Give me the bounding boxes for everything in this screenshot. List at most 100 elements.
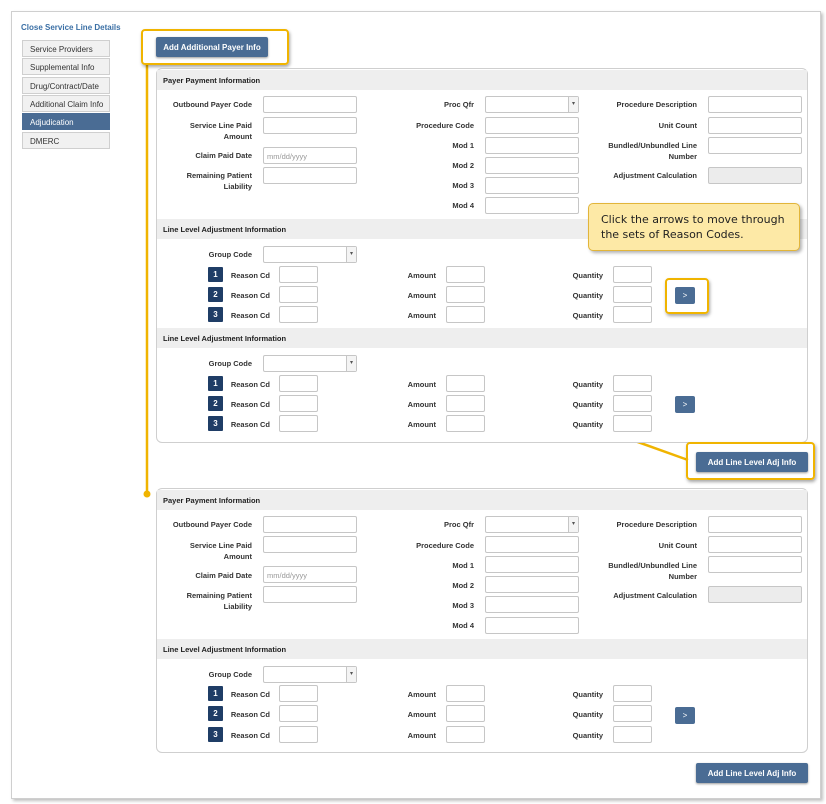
label-quantity: Quantity — [572, 690, 603, 699]
label-reason-cd: Reason Cd — [230, 271, 270, 280]
unit-count-input[interactable] — [708, 117, 802, 134]
service-line-paid-input[interactable] — [263, 536, 357, 553]
procedure-code-input[interactable] — [485, 536, 579, 553]
proc-qfr-select[interactable]: ▾ — [485, 516, 579, 533]
label-quantity: Quantity — [572, 400, 603, 409]
claim-paid-date-input[interactable]: mm/dd/yyyy — [263, 566, 357, 583]
reason-cd-input[interactable] — [279, 395, 318, 412]
procedure-code-input[interactable] — [485, 117, 579, 134]
section-header: Payer Payment Information — [157, 490, 807, 510]
bundled-line-input[interactable] — [708, 137, 802, 154]
label-liability: Liability — [223, 182, 252, 191]
amount-input[interactable] — [446, 266, 485, 283]
reason-cd-input[interactable] — [279, 306, 318, 323]
group-code-select[interactable]: ▾ — [263, 355, 357, 372]
group-code-select[interactable]: ▾ — [263, 246, 357, 263]
reason-cd-input[interactable] — [279, 286, 318, 303]
mod4-input[interactable] — [485, 617, 579, 634]
reason-cd-input[interactable] — [279, 705, 318, 722]
quantity-input[interactable] — [613, 415, 652, 432]
next-reason-codes-button[interactable]: > — [675, 396, 695, 413]
amount-input[interactable] — [446, 726, 485, 743]
outbound-payer-code-input[interactable] — [263, 516, 357, 533]
procedure-description-input[interactable] — [708, 516, 802, 533]
nav-item-dmerc[interactable]: DMERC — [22, 132, 110, 149]
label-procedure-code: Procedure Code — [416, 541, 474, 550]
adjustment-calculation-field — [708, 167, 802, 184]
mod2-input[interactable] — [485, 157, 579, 174]
amount-input[interactable] — [446, 375, 485, 392]
remaining-liability-input[interactable] — [263, 167, 357, 184]
amount-input[interactable] — [446, 306, 485, 323]
tooltip-callout: Click the arrows to move through the set… — [588, 203, 800, 251]
proc-qfr-select[interactable]: ▾ — [485, 96, 579, 113]
quantity-input[interactable] — [613, 726, 652, 743]
label-number: Number — [668, 152, 697, 161]
nav-item-supplemental-info[interactable]: Supplemental Info — [22, 58, 110, 75]
quantity-input[interactable] — [613, 395, 652, 412]
reason-cd-input[interactable] — [279, 266, 318, 283]
nav-item-service-providers[interactable]: Service Providers — [22, 40, 110, 57]
label-amount: Amount — [407, 731, 436, 740]
next-reason-codes-button[interactable]: > — [675, 707, 695, 724]
label-mod2: Mod 2 — [452, 581, 474, 590]
outbound-payer-code-input[interactable] — [263, 96, 357, 113]
label-amount: Amount — [407, 311, 436, 320]
nav-item-drug-contract-date[interactable]: Drug/Contract/Date — [22, 77, 110, 94]
label-quantity: Quantity — [572, 311, 603, 320]
next-reason-codes-button[interactable]: > — [675, 287, 695, 304]
quantity-input[interactable] — [613, 266, 652, 283]
group-code-select[interactable]: ▾ — [263, 666, 357, 683]
chevron-down-icon: ▾ — [346, 667, 356, 682]
label-mod1: Mod 1 — [452, 141, 474, 150]
chevron-down-icon: ▾ — [568, 517, 578, 532]
label-proc-qfr: Proc Qfr — [443, 100, 474, 109]
reason-cd-input[interactable] — [279, 726, 318, 743]
row-number-badge: 1 — [208, 686, 223, 701]
claim-paid-date-input[interactable]: mm/dd/yyyy — [263, 147, 357, 164]
label-quantity: Quantity — [572, 380, 603, 389]
row-number-badge: 1 — [208, 267, 223, 282]
quantity-input[interactable] — [613, 375, 652, 392]
amount-input[interactable] — [446, 685, 485, 702]
procedure-description-input[interactable] — [708, 96, 802, 113]
quantity-input[interactable] — [613, 705, 652, 722]
add-additional-payer-button[interactable]: Add Additional Payer Info — [156, 37, 268, 57]
amount-input[interactable] — [446, 705, 485, 722]
amount-input[interactable] — [446, 395, 485, 412]
label-reason-cd: Reason Cd — [230, 291, 270, 300]
mod2-input[interactable] — [485, 576, 579, 593]
label-bundled-line: Bundled/Unbundled Line — [608, 561, 697, 570]
label-group-code: Group Code — [208, 250, 252, 259]
nav-item-adjudication[interactable]: Adjudication — [22, 113, 110, 130]
mod1-input[interactable] — [485, 137, 579, 154]
quantity-input[interactable] — [613, 306, 652, 323]
reason-cd-input[interactable] — [279, 685, 318, 702]
add-line-level-adj-button[interactable]: Add Line Level Adj Info — [696, 452, 808, 472]
mod3-input[interactable] — [485, 596, 579, 613]
mod3-input[interactable] — [485, 177, 579, 194]
mod4-input[interactable] — [485, 197, 579, 214]
add-line-level-adj-button[interactable]: Add Line Level Adj Info — [696, 763, 808, 783]
mod1-input[interactable] — [485, 556, 579, 573]
service-line-paid-input[interactable] — [263, 117, 357, 134]
label-reason-cd: Reason Cd — [230, 400, 270, 409]
label-mod1: Mod 1 — [452, 561, 474, 570]
label-bundled-line: Bundled/Unbundled Line — [608, 141, 697, 150]
reason-cd-input[interactable] — [279, 415, 318, 432]
remaining-liability-input[interactable] — [263, 586, 357, 603]
unit-count-input[interactable] — [708, 536, 802, 553]
label-reason-cd: Reason Cd — [230, 690, 270, 699]
amount-input[interactable] — [446, 286, 485, 303]
label-remaining-patient: Remaining Patient — [186, 171, 252, 180]
quantity-input[interactable] — [613, 685, 652, 702]
nav-item-additional-claim-info[interactable]: Additional Claim Info — [22, 95, 110, 112]
adjustment-calculation-field — [708, 586, 802, 603]
reason-cd-input[interactable] — [279, 375, 318, 392]
bundled-line-input[interactable] — [708, 556, 802, 573]
quantity-input[interactable] — [613, 286, 652, 303]
label-amount: Amount — [407, 400, 436, 409]
label-reason-cd: Reason Cd — [230, 420, 270, 429]
amount-input[interactable] — [446, 415, 485, 432]
label-mod4: Mod 4 — [452, 621, 474, 630]
